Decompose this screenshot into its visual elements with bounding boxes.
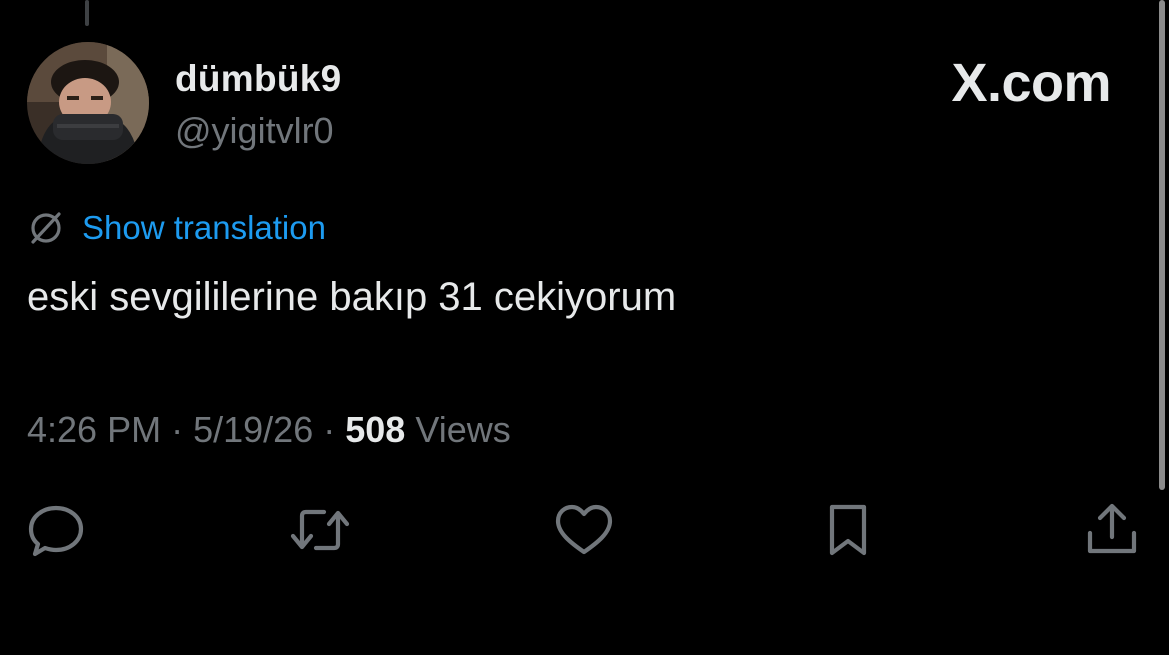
author-display-name[interactable]: dümbük9	[175, 56, 342, 102]
tweet-time[interactable]: 4:26 PM	[27, 409, 161, 450]
tweet-date[interactable]: 5/19/26	[193, 409, 313, 450]
brand-logo-text: X.com	[951, 53, 1111, 113]
tweet-meta: 4:26 PM · 5/19/26 · 508 Views	[27, 405, 511, 455]
like-button[interactable]	[552, 498, 616, 562]
avatar-image	[27, 42, 149, 164]
show-translation-row[interactable]: Show translation	[27, 206, 326, 250]
bookmark-icon	[823, 501, 873, 559]
views-count[interactable]: 508	[345, 409, 405, 450]
bookmark-button[interactable]	[816, 498, 880, 562]
meta-separator: ·	[171, 409, 184, 450]
show-translation-link[interactable]: Show translation	[82, 206, 326, 250]
repost-icon	[288, 502, 352, 558]
share-icon	[1084, 501, 1140, 559]
author-handle[interactable]: @yigitvlr0	[175, 109, 334, 153]
heart-icon	[553, 502, 615, 558]
globe-slash-icon	[27, 209, 65, 247]
share-button[interactable]	[1080, 498, 1144, 562]
meta-separator: ·	[323, 409, 336, 450]
reply-button[interactable]	[24, 498, 88, 562]
avatar[interactable]	[27, 42, 149, 164]
thread-connector-line	[85, 0, 89, 26]
tweet-actions-bar	[0, 498, 1169, 562]
scrollbar[interactable]	[1159, 0, 1165, 490]
reply-icon	[26, 502, 86, 558]
tweet-text: eski sevgililerine bakıp 31 cekiyorum	[27, 275, 677, 319]
views-label[interactable]: Views	[415, 409, 510, 450]
repost-button[interactable]	[288, 498, 352, 562]
